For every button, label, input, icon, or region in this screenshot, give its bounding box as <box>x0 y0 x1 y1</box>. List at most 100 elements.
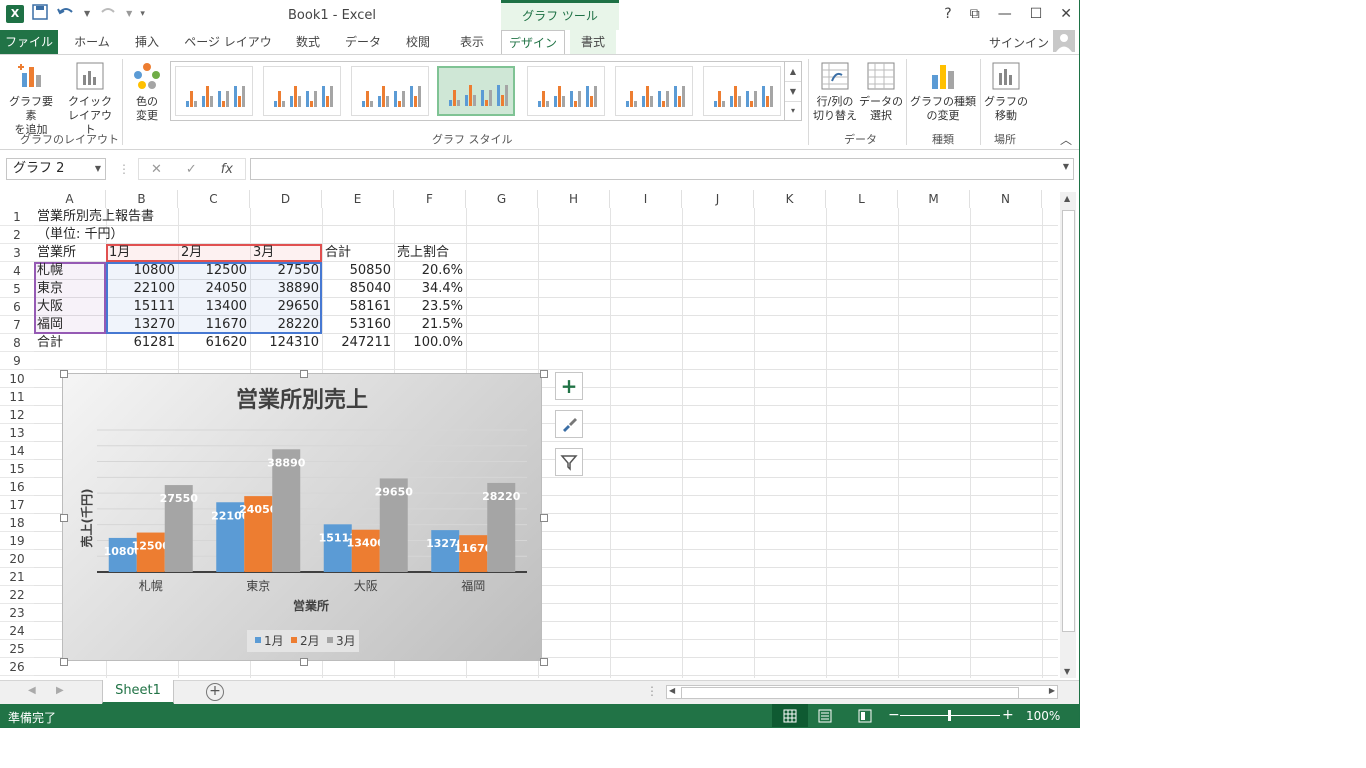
move-chart-button[interactable]: グラフの 移動 <box>984 61 1028 123</box>
chart-xlabel[interactable]: 営業所 <box>293 598 329 613</box>
row-header[interactable]: 25 <box>0 640 34 658</box>
chart-title[interactable]: 営業所別売上 <box>236 387 368 413</box>
header-cell[interactable]: 営業所 <box>37 244 103 262</box>
data-cell[interactable]: 13400 <box>181 298 247 316</box>
row-header[interactable]: 19 <box>0 532 34 550</box>
unit-cell[interactable]: （単位: 千円） <box>37 226 124 244</box>
chart-elements-button[interactable]: + <box>555 372 583 400</box>
row-header[interactable]: 22 <box>0 586 34 604</box>
resize-handle[interactable] <box>60 370 68 378</box>
tab-insert[interactable]: 挿入 <box>124 30 170 54</box>
resize-handle[interactable] <box>60 658 68 666</box>
row-header[interactable]: 18 <box>0 514 34 532</box>
data-cell[interactable]: 札幌 <box>37 262 103 280</box>
column-header[interactable]: H <box>538 190 610 208</box>
data-cell[interactable]: 58161 <box>325 298 391 316</box>
data-label[interactable]: 38890 <box>267 456 306 469</box>
row-header[interactable]: 2 <box>0 226 34 244</box>
new-sheet-icon[interactable]: + <box>206 683 224 701</box>
data-label[interactable]: 29650 <box>375 485 414 498</box>
page-break-view-button[interactable] <box>858 709 872 726</box>
row-header[interactable]: 3 <box>0 244 34 262</box>
data-label[interactable]: 27550 <box>160 492 199 505</box>
redo-dropdown-icon[interactable]: ▼ <box>126 9 132 18</box>
data-cell[interactable]: 福岡 <box>37 316 103 334</box>
data-cell[interactable]: 15111 <box>109 298 175 316</box>
zoom-slider-thumb[interactable] <box>948 710 951 721</box>
customize-qat-icon[interactable]: ▾ <box>140 9 145 19</box>
data-cell[interactable]: 29650 <box>253 298 319 316</box>
resize-handle[interactable] <box>60 514 68 522</box>
legend-entry[interactable]: 3月 <box>336 634 356 648</box>
data-cell[interactable]: 61620 <box>181 334 247 352</box>
resize-handle[interactable] <box>300 658 308 666</box>
chart-style-3[interactable] <box>351 66 429 116</box>
vertical-scroll-thumb[interactable] <box>1062 210 1075 632</box>
report-title-cell[interactable]: 営業所別売上報告書 <box>37 208 154 226</box>
gallery-more-icon[interactable]: ▾ <box>785 102 801 120</box>
chart-style-7[interactable] <box>703 66 781 116</box>
sheet-tab-sheet1[interactable]: Sheet1 <box>102 680 174 704</box>
scroll-up-icon[interactable]: ▲ <box>1064 194 1070 203</box>
data-cell[interactable]: 12500 <box>181 262 247 280</box>
zoom-level[interactable]: 100% <box>1026 709 1060 723</box>
vertical-scrollbar[interactable]: ▲ ▼ <box>1060 192 1076 678</box>
data-cell[interactable]: 20.6% <box>397 262 463 280</box>
undo-dropdown-icon[interactable]: ▼ <box>84 9 90 18</box>
column-header[interactable]: F <box>394 190 466 208</box>
data-label[interactable]: 13400 <box>347 537 386 550</box>
tab-page-layout[interactable]: ページ レイアウト <box>180 30 276 73</box>
data-label[interactable]: 12500 <box>132 540 171 553</box>
data-label[interactable]: 24050 <box>239 503 278 516</box>
row-header[interactable]: 11 <box>0 388 34 406</box>
horizontal-scrollbar[interactable]: ◀ ▶ <box>666 685 1058 699</box>
tab-design[interactable]: デザイン <box>501 30 565 54</box>
tab-file[interactable]: ファイル <box>0 30 58 54</box>
scroll-down-icon[interactable]: ▼ <box>1064 667 1070 676</box>
row-header[interactable]: 1 <box>0 208 34 226</box>
gallery-scroll[interactable]: ▲ ▼ ▾ <box>784 62 801 120</box>
column-header[interactable]: C <box>178 190 250 208</box>
category-label[interactable]: 札幌 <box>139 578 163 593</box>
data-cell[interactable]: 10800 <box>109 262 175 280</box>
chart-plot[interactable]: 営業所別売上 売上(千円) 営業所 1080012500275502210024… <box>63 374 541 660</box>
data-cell[interactable]: 247211 <box>325 334 391 352</box>
column-header[interactable]: A <box>34 190 106 208</box>
name-box[interactable]: グラフ 2 ▼ <box>6 158 106 180</box>
next-sheet-icon[interactable]: ▶ <box>56 685 64 696</box>
column-header[interactable]: D <box>250 190 322 208</box>
column-header[interactable]: K <box>754 190 826 208</box>
row-header[interactable]: 15 <box>0 460 34 478</box>
column-header[interactable]: B <box>106 190 178 208</box>
column-header[interactable]: I <box>610 190 682 208</box>
column-header[interactable]: M <box>898 190 970 208</box>
chart-style-4[interactable] <box>437 66 515 116</box>
ribbon-display-button[interactable]: ⧉ <box>970 6 980 22</box>
column-header[interactable]: E <box>322 190 394 208</box>
help-button[interactable]: ? <box>944 6 951 22</box>
data-cell[interactable]: 27550 <box>253 262 319 280</box>
close-button[interactable]: ✕ <box>1060 6 1072 22</box>
gallery-up-icon[interactable]: ▲ <box>785 62 801 82</box>
insert-function-button[interactable]: fx <box>221 162 233 177</box>
chart-style-1[interactable] <box>175 66 253 116</box>
category-label[interactable]: 大阪 <box>354 579 378 593</box>
data-cell[interactable]: 61281 <box>109 334 175 352</box>
enter-icon[interactable]: ✓ <box>186 162 197 177</box>
sign-in-link[interactable]: サインイン <box>989 34 1049 51</box>
data-cell[interactable]: 100.0% <box>397 334 463 352</box>
cancel-icon[interactable]: ✕ <box>151 162 162 177</box>
avatar[interactable] <box>1053 30 1075 52</box>
data-cell[interactable]: 大阪 <box>37 298 103 316</box>
data-cell[interactable]: 24050 <box>181 280 247 298</box>
category-label[interactable]: 福岡 <box>461 578 485 593</box>
collapse-ribbon-icon[interactable]: ︿ <box>1060 131 1072 148</box>
column-header[interactable]: G <box>466 190 538 208</box>
row-header[interactable]: 4 <box>0 262 34 280</box>
data-cell[interactable]: 23.5% <box>397 298 463 316</box>
header-cell[interactable]: 売上割合 <box>397 244 463 262</box>
resize-handle[interactable] <box>300 370 308 378</box>
chart-ylabel[interactable]: 売上(千円) <box>79 489 94 548</box>
header-cell[interactable]: 1月 <box>109 244 175 262</box>
chart-filters-button[interactable] <box>555 448 583 476</box>
